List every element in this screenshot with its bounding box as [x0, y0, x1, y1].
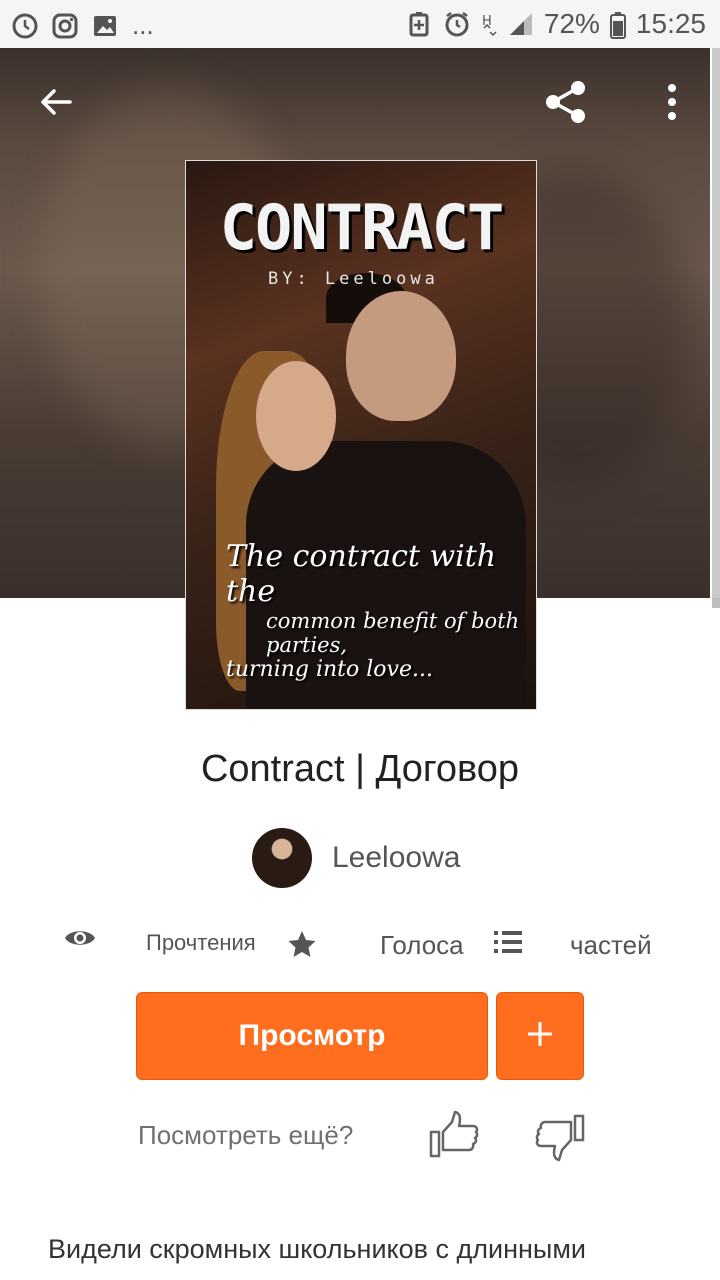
- cover-tagline: The contract with the common benefit of …: [226, 539, 520, 682]
- reads-label: Прочтения: [146, 930, 256, 955]
- cover-title: CONTRACT: [219, 191, 505, 264]
- battery-icon: [609, 11, 626, 39]
- plus-icon: [525, 1019, 555, 1054]
- star-icon: [288, 930, 316, 958]
- thumbs-up-button[interactable]: [428, 1108, 484, 1164]
- share-button[interactable]: [542, 80, 590, 128]
- battery-percent: 72%: [543, 8, 600, 39]
- alarm-icon: [444, 11, 470, 37]
- read-button[interactable]: Просмотр: [136, 992, 488, 1080]
- votes-label: Голоса: [380, 930, 464, 960]
- scrollbar-track[interactable]: [712, 48, 720, 598]
- story-stats: Прочтения Голоса частей: [0, 922, 720, 966]
- story-title: Contract | Договор: [200, 748, 520, 790]
- thumbs-down-icon: [530, 1114, 586, 1168]
- svg-text:H: H: [482, 14, 492, 29]
- battery-saver-icon: [408, 11, 434, 37]
- thumbs-down-button[interactable]: [530, 1108, 586, 1164]
- list-icon: [494, 930, 522, 954]
- image-icon: [92, 13, 118, 39]
- back-button[interactable]: [32, 80, 80, 128]
- more-vertical-icon: [666, 82, 678, 127]
- status-ellipsis: ...: [132, 10, 154, 40]
- avatar[interactable]: [252, 828, 312, 888]
- share-icon: [541, 77, 591, 132]
- story-description: Видели скромных школьников с длинными: [48, 1234, 586, 1264]
- status-bar: ... H 72% 15:25: [0, 0, 720, 48]
- author-name[interactable]: Leeloowa: [332, 841, 460, 875]
- instagram-icon: [52, 13, 78, 39]
- network-h-icon: H: [480, 11, 498, 37]
- eye-icon: [64, 926, 96, 950]
- arrow-left-icon: [36, 82, 76, 127]
- thumbs-up-icon: [428, 1110, 484, 1168]
- cover-byline: BY: Leeloowa: [268, 269, 439, 289]
- see-more-prompt: Посмотреть ещё?: [138, 1120, 354, 1150]
- status-time: 15:25: [635, 8, 706, 39]
- author-link[interactable]: Leeloowa: [252, 828, 460, 888]
- more-button[interactable]: [648, 80, 696, 128]
- add-to-library-button[interactable]: [496, 992, 584, 1080]
- scrollbar-thumb[interactable]: [712, 598, 720, 608]
- parts-label: частей: [570, 930, 652, 960]
- clock-sync-icon: [12, 13, 38, 39]
- signal-icon: [508, 11, 534, 37]
- book-cover[interactable]: CONTRACT BY: Leeloowa The contract with …: [185, 160, 537, 710]
